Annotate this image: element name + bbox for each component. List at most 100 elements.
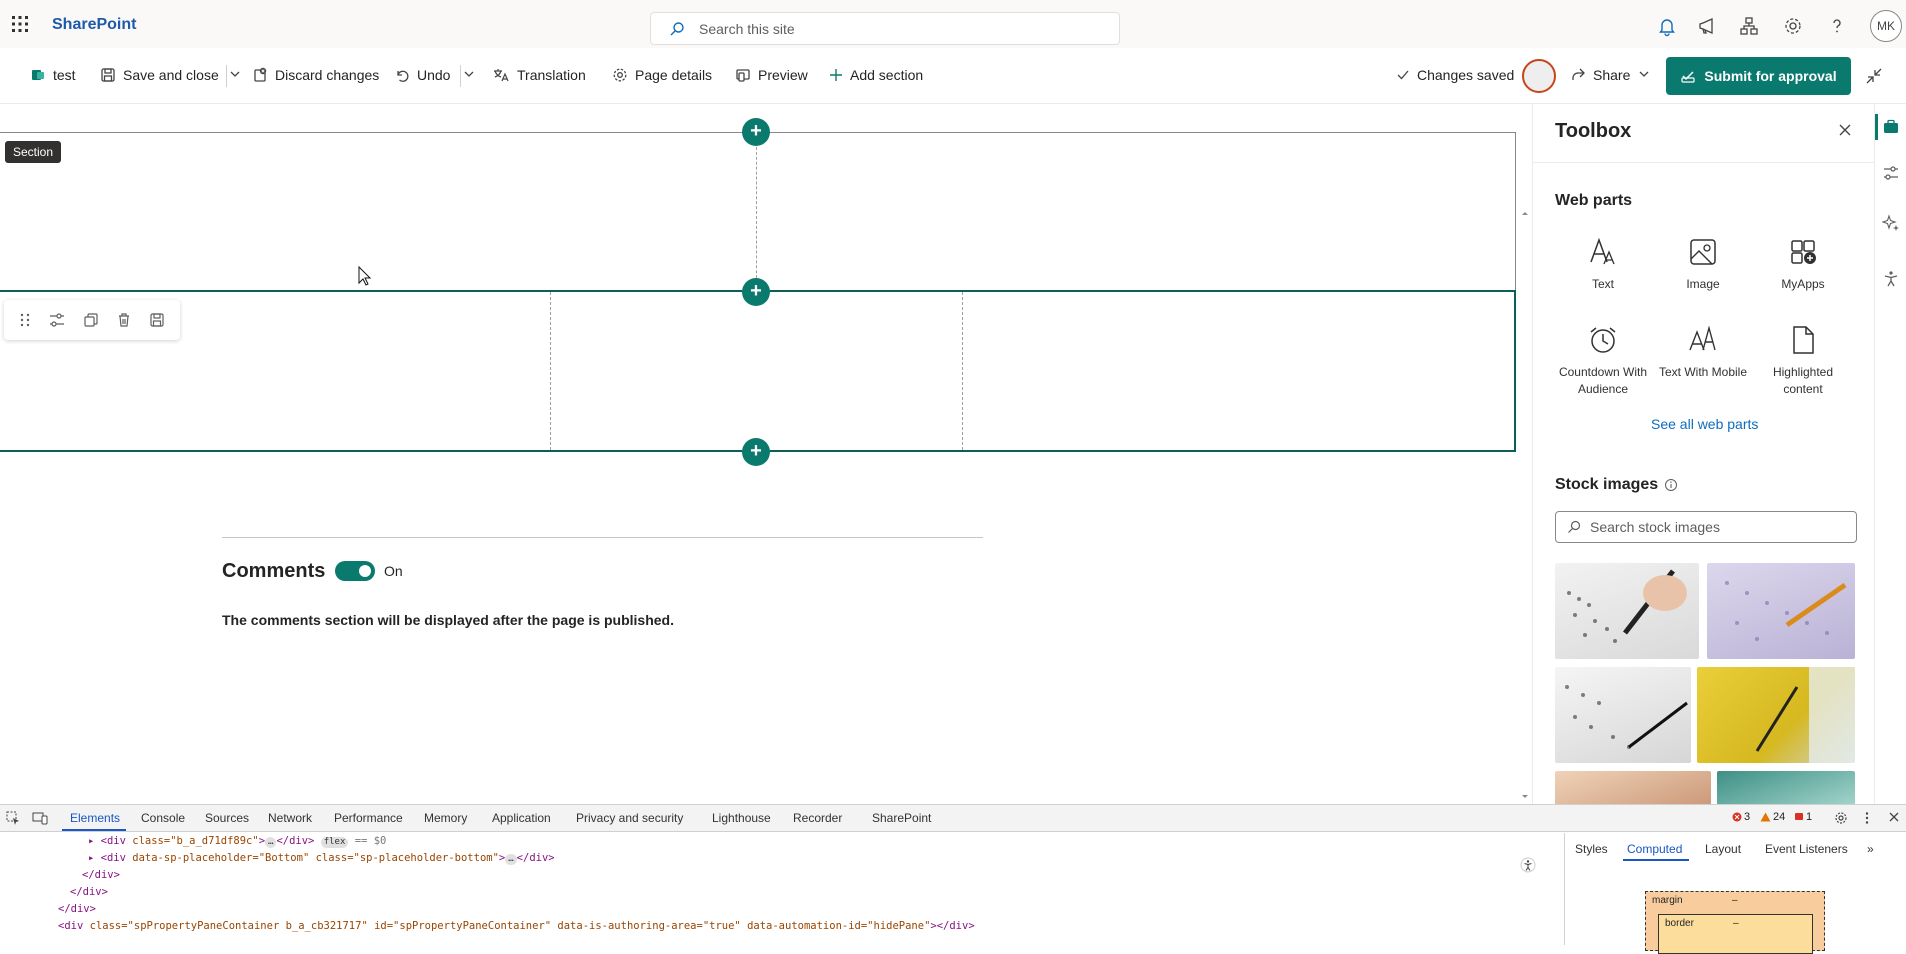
stock-image-thumbnail[interactable] [1555,563,1699,659]
dom-line[interactable]: </div> [58,903,96,915]
devtools-tab-recorder[interactable]: Recorder [793,811,842,825]
webpart-myapps[interactable]: MyApps [1755,234,1851,293]
more-options-icon[interactable] [1864,811,1870,825]
stock-image-thumbnail[interactable] [1555,771,1711,804]
preview-button[interactable]: Preview [735,64,808,86]
duplicate-section-icon[interactable] [83,312,99,328]
scroll-up-arrow-icon[interactable] [1520,208,1530,218]
stock-images-search-input[interactable]: Search stock images [1555,511,1857,543]
page-name-label: test [53,67,76,83]
save-section-icon[interactable] [149,312,165,328]
more-tabs-chevron-icon[interactable]: » [1867,842,1874,856]
image-icon [1655,234,1751,270]
comments-toggle[interactable] [335,561,375,581]
error-count-badge[interactable]: 3 [1732,811,1750,823]
error-icon [1732,812,1742,822]
save-options-chevron-down-icon[interactable] [229,66,241,82]
devtools-tab-network[interactable]: Network [268,811,312,825]
webpart-text-with-mobile[interactable]: Text With Mobile [1655,322,1751,381]
add-section-bottom-plus-icon[interactable]: + [742,438,770,466]
dom-line-selected[interactable]: ▸ <div class="b_a_d71df89c">… </div> flex… [88,835,386,848]
settings-gear-icon[interactable] [1782,15,1804,37]
submit-for-approval-button[interactable]: Submit for approval [1666,57,1851,95]
discard-changes-button[interactable]: Discard changes [252,64,379,86]
dom-line[interactable]: </div> [82,869,120,881]
accessibility-icon[interactable] [1882,270,1900,288]
translation-button[interactable]: Translation [492,64,586,86]
discard-page-icon [252,67,268,83]
add-section-top-plus-icon[interactable]: + [742,118,770,146]
stock-image-thumbnail[interactable] [1697,667,1855,763]
app-launcher-icon[interactable] [10,14,30,34]
column-divider [550,292,551,450]
edit-section-sliders-icon[interactable] [48,312,66,328]
side-tab-styles[interactable]: Styles [1575,842,1608,856]
see-all-webparts-link[interactable]: See all web parts [1651,416,1758,432]
devtools-settings-gear-icon[interactable] [1834,811,1848,825]
right-rail [1874,104,1906,804]
editor-avatar[interactable] [1522,59,1556,93]
inspect-element-icon[interactable] [6,811,20,825]
site-search-box[interactable]: Search this site [650,12,1120,45]
device-toggle-icon[interactable] [32,811,48,825]
save-status: Changes saved [1396,64,1514,86]
devtools-tab-console[interactable]: Console [141,811,185,825]
side-tab-underline [1623,859,1689,861]
properties-sliders-icon[interactable] [1882,164,1900,182]
dom-line[interactable]: ▸ <div data-sp-placeholder="Bottom" clas… [88,852,555,865]
scroll-down-arrow-icon[interactable] [1520,792,1530,802]
stock-image-thumbnail[interactable] [1707,563,1855,659]
warning-count-badge[interactable]: 24 [1760,811,1785,823]
devtools-tab-sources[interactable]: Sources [205,811,249,825]
drag-handle-icon[interactable] [19,312,31,328]
add-section-button[interactable]: Add section [829,64,923,86]
page-name[interactable]: test [30,64,76,86]
user-avatar[interactable]: MK [1870,10,1902,42]
brand-link[interactable]: SharePoint [52,16,136,34]
devtools-tab-sharepoint[interactable]: SharePoint [872,811,931,825]
selected-section[interactable] [0,290,1516,452]
side-tab-layout[interactable]: Layout [1705,842,1741,856]
comments-note: The comments section will be displayed a… [222,612,674,628]
collapse-icon[interactable] [1864,66,1884,86]
share-options-chevron-down-icon[interactable] [1638,66,1650,82]
delete-section-trash-icon[interactable] [116,312,132,328]
dom-line[interactable]: </div> [70,886,108,898]
side-tab-computed[interactable]: Computed [1627,842,1682,856]
save-close-button[interactable]: Save and close [100,64,219,86]
devtools-tab-privacy-security[interactable]: Privacy and security [576,811,683,825]
clock-icon [1555,322,1651,358]
notifications-bell-icon[interactable] [1656,15,1678,37]
dom-line[interactable]: <div class="spPropertyPaneContainer b_a_… [58,920,975,932]
help-icon[interactable] [1826,15,1848,37]
stock-image-thumbnail[interactable] [1717,771,1855,804]
undo-button[interactable]: Undo [394,64,450,86]
stock-images-heading: Stock images [1555,476,1678,494]
devtools-tab-application[interactable]: Application [492,811,551,825]
webpart-text[interactable]: Text [1555,234,1651,293]
devtools-tab-elements[interactable]: Elements [70,811,120,825]
page-details-button[interactable]: Page details [612,64,712,86]
webpart-countdown-audience[interactable]: Countdown With Audience [1555,322,1651,398]
toolbox-briefcase-icon[interactable] [1882,118,1900,136]
megaphone-icon[interactable] [1696,15,1718,37]
add-section-middle-plus-icon[interactable]: + [742,278,770,306]
share-button[interactable]: Share [1570,64,1630,86]
active-tab-underline [62,829,126,831]
webpart-image[interactable]: Image [1655,234,1751,293]
info-icon[interactable] [1664,478,1678,492]
ai-sparkle-icon[interactable] [1882,214,1900,232]
share-icon [1570,67,1586,83]
undo-options-chevron-down-icon[interactable] [463,66,475,82]
stock-image-thumbnail[interactable] [1555,667,1691,763]
webpart-highlighted-content[interactable]: Highlighted content [1755,322,1851,398]
close-devtools-icon[interactable] [1888,811,1900,823]
accessibility-tree-icon[interactable] [1520,857,1536,873]
org-chart-icon[interactable] [1738,15,1760,37]
devtools-tab-memory[interactable]: Memory [424,811,467,825]
devtools-tab-performance[interactable]: Performance [334,811,403,825]
close-icon[interactable] [1837,122,1853,138]
side-tab-event-listeners[interactable]: Event Listeners [1765,842,1848,856]
devtools-tab-lighthouse[interactable]: Lighthouse [712,811,771,825]
issue-count-badge[interactable]: 1 [1794,811,1812,823]
